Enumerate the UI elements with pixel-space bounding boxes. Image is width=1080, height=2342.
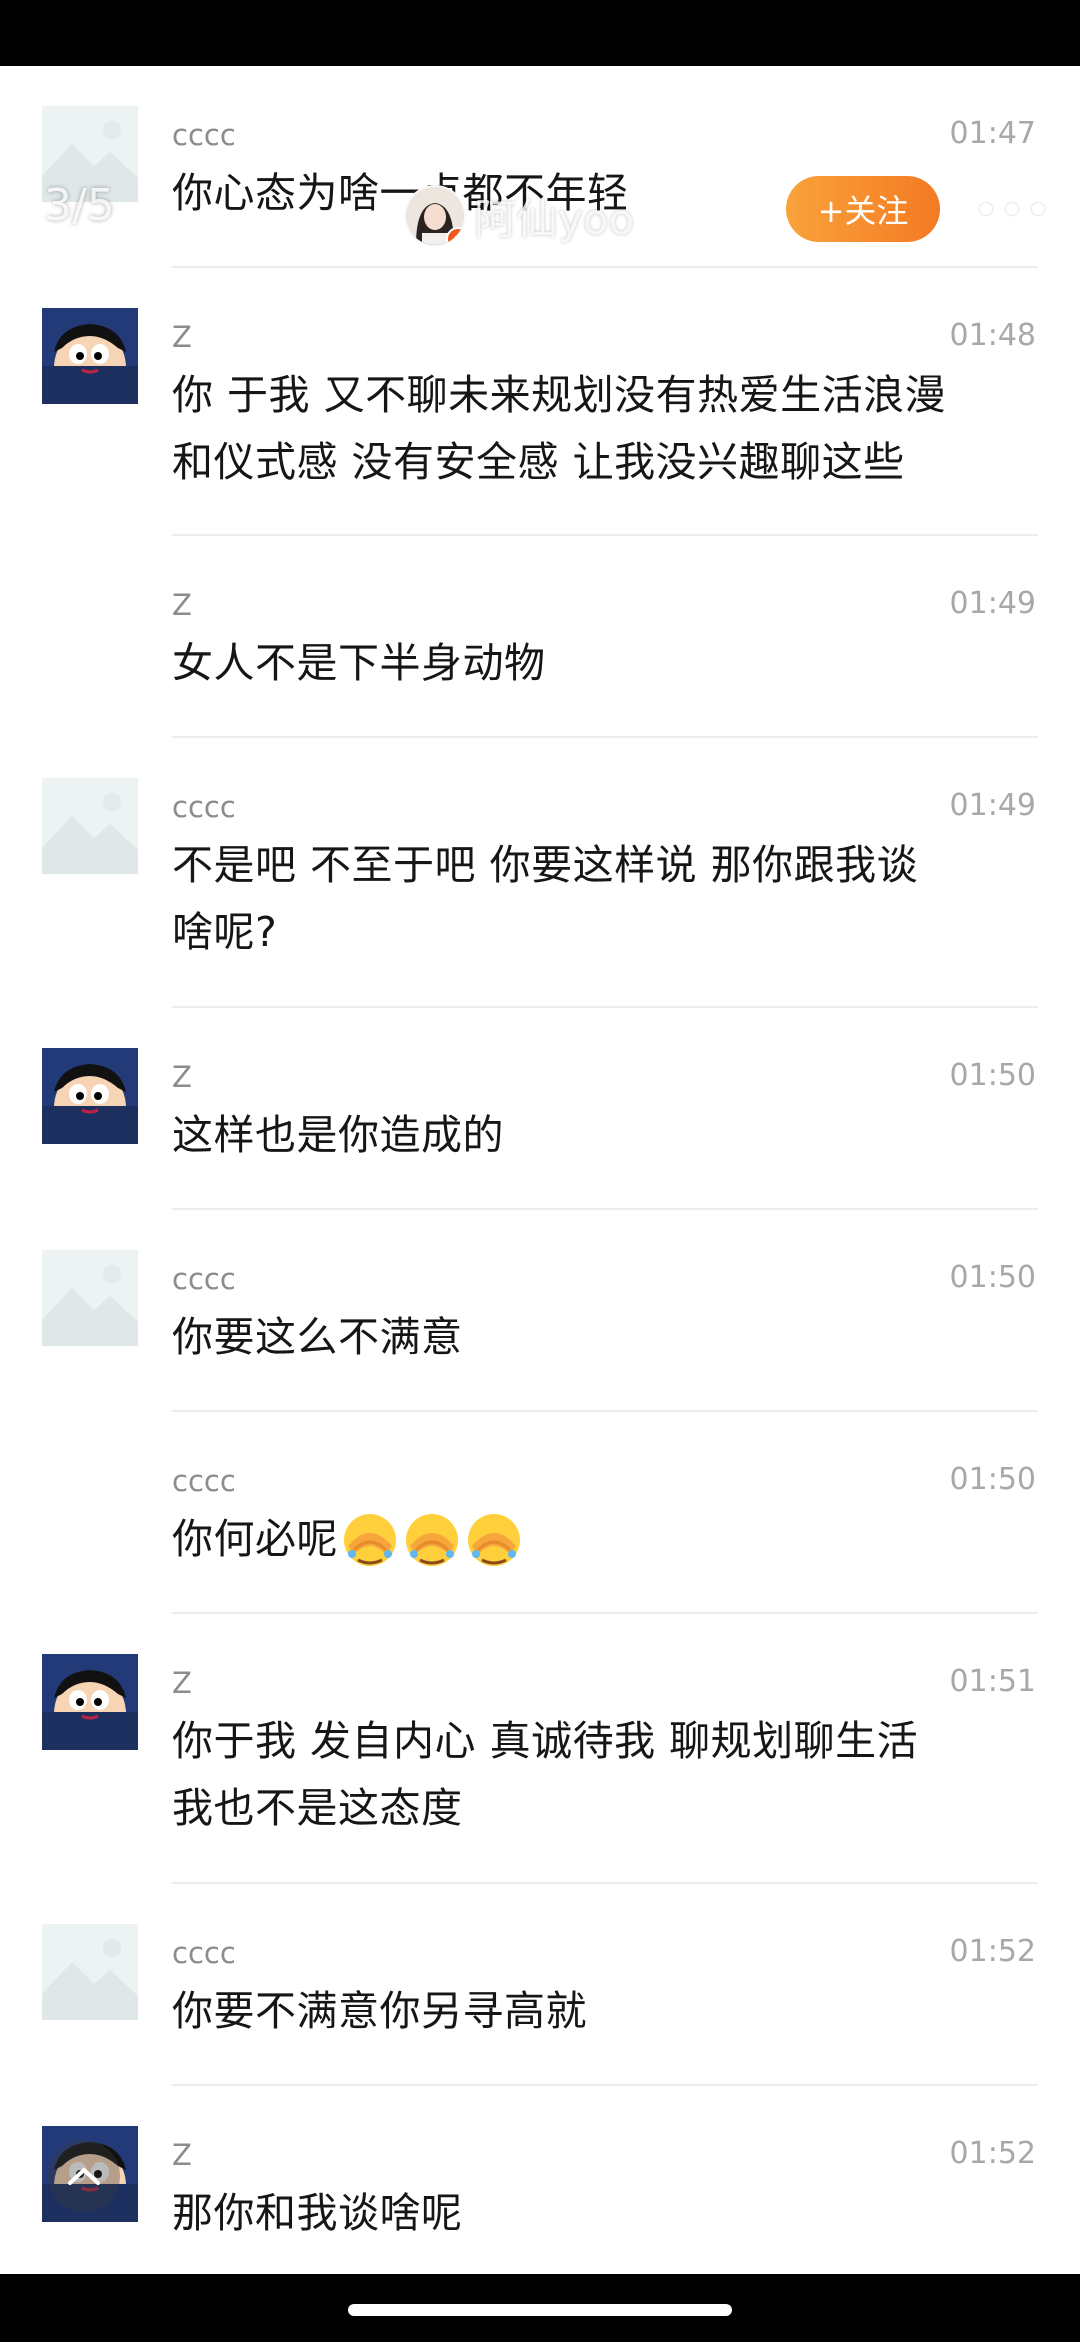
timestamp: 01:52: [949, 1934, 1036, 1969]
message-line: 我也不是这态度: [172, 1784, 463, 1832]
divider: [172, 1410, 1038, 1412]
message-line: 你要这么不满意: [172, 1313, 463, 1361]
sender-name: Z: [172, 1666, 192, 1700]
avatar-placeholder[interactable]: [42, 1250, 138, 1346]
sender-name: Z: [172, 320, 192, 354]
more-options-icon[interactable]: [980, 186, 1044, 232]
message-text: 你要不满意你另寻高就: [172, 1978, 1032, 2045]
timestamp: 01:52: [949, 2136, 1036, 2171]
message-text: 不是吧 不至于吧 你要这样说 那你跟我谈 啥呢?: [172, 832, 1032, 966]
sender-name: cccc: [172, 790, 236, 824]
timestamp: 01:50: [949, 1462, 1036, 1497]
facepalm-cry-emoji: [340, 1510, 524, 1570]
message-line: 你何必呢: [172, 1515, 338, 1563]
divider: [172, 1006, 1038, 1008]
message-text: 你要这么不满意: [172, 1304, 1032, 1371]
sender-name: cccc: [172, 1262, 236, 1296]
timestamp: 01:48: [949, 318, 1036, 353]
divider: [172, 1208, 1038, 1210]
message-text: 那你和我谈啥呢: [172, 2180, 1032, 2247]
page-indicator: 3/5: [44, 180, 115, 231]
divider: [172, 266, 1038, 268]
message-line: 你 于我 又不聊未来规划没有热爱生活浪漫: [172, 371, 947, 419]
divider: [172, 534, 1038, 536]
chevron-up-icon: [68, 2168, 100, 2185]
timestamp: 01:49: [949, 788, 1036, 823]
avatar-placeholder[interactable]: [42, 778, 138, 874]
dot: [980, 203, 992, 215]
avatar-cartoon[interactable]: [42, 308, 138, 404]
avatar-placeholder[interactable]: [42, 1924, 138, 2020]
timestamp: 01:51: [949, 1664, 1036, 1699]
home-indicator[interactable]: [348, 2304, 732, 2316]
message-line: 那你和我谈啥呢: [172, 2189, 463, 2237]
divider: [172, 736, 1038, 738]
timestamp: 01:49: [949, 586, 1036, 621]
author-chip[interactable]: v 阿仙yoo: [404, 178, 634, 254]
timestamp: 01:50: [949, 1058, 1036, 1093]
message-text: 女人不是下半身动物: [172, 630, 1032, 697]
sender-name: Z: [172, 2138, 192, 2172]
divider: [172, 2084, 1038, 2086]
message-line: 你要不满意你另寻高就: [172, 1987, 587, 2035]
divider: [172, 1882, 1038, 1884]
follow-button[interactable]: +关注: [786, 176, 940, 242]
author-name[interactable]: 阿仙yoo: [474, 186, 634, 247]
dot: [1032, 203, 1044, 215]
message-line: 啥呢?: [172, 908, 278, 956]
sender-name: cccc: [172, 118, 236, 152]
message-line: 不是吧 不至于吧 你要这样说 那你跟我谈: [172, 841, 919, 889]
timestamp: 01:50: [949, 1260, 1036, 1295]
message-line: 和仪式感 没有安全感 让我没兴趣聊这些: [172, 438, 905, 486]
scroll-up-button[interactable]: [48, 2140, 120, 2212]
message-text: 你何必呢: [172, 1506, 1032, 1573]
sender-name: Z: [172, 1060, 192, 1094]
message-text: 这样也是你造成的: [172, 1102, 1032, 1169]
avatar-cartoon[interactable]: [42, 1654, 138, 1750]
timestamp: 01:47: [949, 116, 1036, 151]
divider: [172, 1612, 1038, 1614]
message-text: 你 于我 又不聊未来规划没有热爱生活浪漫 和仪式感 没有安全感 让我没兴趣聊这些: [172, 362, 1032, 496]
message-line: 你于我 发自内心 真诚待我 聊规划聊生活: [172, 1717, 919, 1765]
message-line: 这样也是你造成的: [172, 1111, 504, 1159]
sender-name: Z: [172, 588, 192, 622]
sender-name: cccc: [172, 1936, 236, 1970]
verified-badge-icon: v: [446, 227, 464, 245]
message-line: 女人不是下半身动物: [172, 639, 546, 687]
sender-name: cccc: [172, 1464, 236, 1498]
avatar-cartoon[interactable]: [42, 1048, 138, 1144]
dot: [1006, 203, 1018, 215]
chat-screen: cccc 01:47 你心态为啥一点都不年轻 Z 01:48 你 于我 又不聊未…: [0, 66, 1080, 2274]
message-text: 你于我 发自内心 真诚待我 聊规划聊生活 我也不是这态度: [172, 1708, 1032, 1842]
author-avatar[interactable]: v: [404, 185, 466, 247]
